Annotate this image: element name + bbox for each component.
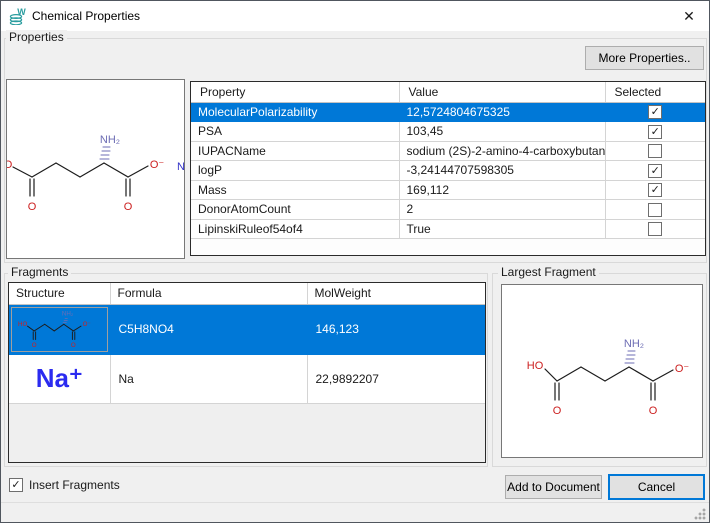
add-to-document-button[interactable]: Add to Document <box>505 475 602 499</box>
property-cell[interactable]: Mass <box>191 180 399 200</box>
property-cell[interactable]: LipinskiRuleof54of4 <box>191 219 399 239</box>
molweight-cell[interactable]: 146,123 <box>307 304 485 354</box>
insert-fragments-checkbox[interactable]: ✓ Insert Fragments <box>9 478 120 492</box>
window-title: Chemical Properties <box>32 9 140 23</box>
column-header-selected[interactable]: Selected <box>605 82 705 102</box>
row-checkbox[interactable] <box>648 222 662 236</box>
property-cell[interactable]: MolecularPolarizability <box>191 102 399 122</box>
fragments-table-header-row: Structure Formula MolWeight <box>9 283 485 304</box>
chemical-properties-dialog: W Chemical Properties ✕ Properties More … <box>0 0 710 523</box>
sodium-cation-label: Na⁺ <box>9 363 110 394</box>
atom-label-o: O <box>32 342 37 349</box>
molecule-preview: O O O O⁻ NH₂ N <box>6 79 185 259</box>
atom-label-nh2: NH₂ <box>624 338 644 350</box>
fragment-structure-image: HO O O O⁻ NH₂ <box>11 307 108 352</box>
fragment-row[interactable]: Na⁺ Na 22,9892207 <box>9 354 485 403</box>
close-icon: ✕ <box>683 8 695 25</box>
properties-table: Property Value Selected MolecularPolariz… <box>190 81 706 256</box>
row-checkbox[interactable]: ✓ <box>648 183 662 197</box>
column-header-property[interactable]: Property <box>191 82 399 102</box>
checkbox-check-icon[interactable]: ✓ <box>9 478 23 492</box>
atom-label-o: O <box>649 405 658 417</box>
property-cell[interactable]: DonorAtomCount <box>191 200 399 220</box>
column-header-value[interactable]: Value <box>399 82 605 102</box>
table-row[interactable]: PSA 103,45 ✓ <box>191 122 705 142</box>
row-checkbox[interactable]: ✓ <box>648 105 662 119</box>
title-bar[interactable]: W Chemical Properties ✕ <box>1 1 709 31</box>
atom-label-ho: HO <box>18 321 27 328</box>
column-header-molweight[interactable]: MolWeight <box>307 283 485 304</box>
resize-grip-icon[interactable] <box>694 508 706 520</box>
insert-fragments-label: Insert Fragments <box>29 478 120 492</box>
row-checkbox[interactable]: ✓ <box>648 125 662 139</box>
molweight-cell[interactable]: 22,9892207 <box>307 354 485 403</box>
formula-cell[interactable]: Na <box>110 354 307 403</box>
property-cell[interactable]: logP <box>191 161 399 181</box>
value-cell[interactable]: 12,5724804675325 <box>399 102 605 122</box>
value-cell[interactable]: sodium (2S)-2-amino-4-carboxybutanoate <box>399 141 605 161</box>
molecule-structure-image: O O O O⁻ NH₂ N <box>7 80 184 258</box>
value-cell[interactable]: -3,24144707598305 <box>399 161 605 181</box>
atom-label-o: O <box>71 342 76 349</box>
property-cell[interactable]: IUPACName <box>191 141 399 161</box>
atom-label-o: O <box>7 159 13 171</box>
atom-label-o: O <box>28 201 37 213</box>
fragments-table: Structure Formula MolWeight <box>8 282 486 463</box>
table-row[interactable]: logP -3,24144707598305 ✓ <box>191 161 705 181</box>
value-cell[interactable]: True <box>399 219 605 239</box>
value-cell[interactable]: 169,112 <box>399 180 605 200</box>
property-cell[interactable]: PSA <box>191 122 399 142</box>
atom-label-n: N <box>177 161 184 173</box>
fragment-row[interactable]: HO O O O⁻ NH₂ C5H8NO4 146,123 <box>9 304 485 354</box>
atom-label-o-minus: O⁻ <box>83 321 91 328</box>
row-checkbox[interactable] <box>648 144 662 158</box>
app-logo-icon: W <box>9 7 26 25</box>
column-header-structure[interactable]: Structure <box>9 283 110 304</box>
atom-label-o-minus: O⁻ <box>675 363 690 375</box>
table-row[interactable]: LipinskiRuleof54of4 True <box>191 219 705 239</box>
largest-fragment-group-label: Largest Fragment <box>498 265 599 279</box>
table-row[interactable]: Mass 169,112 ✓ <box>191 180 705 200</box>
value-cell[interactable]: 103,45 <box>399 122 605 142</box>
formula-cell[interactable]: C5H8NO4 <box>110 304 307 354</box>
atom-label-o-minus: O⁻ <box>150 159 165 171</box>
table-row[interactable]: DonorAtomCount 2 <box>191 200 705 220</box>
table-row[interactable]: IUPACName sodium (2S)-2-amino-4-carboxyb… <box>191 141 705 161</box>
column-header-formula[interactable]: Formula <box>110 283 307 304</box>
svg-text:W: W <box>17 7 26 17</box>
fragments-group-label: Fragments <box>8 265 71 279</box>
value-cell[interactable]: 2 <box>399 200 605 220</box>
largest-fragment-preview: HO O O O⁻ NH₂ <box>501 284 703 458</box>
atom-label-o: O <box>553 405 562 417</box>
status-bar <box>1 502 709 523</box>
atom-label-nh2: NH₂ <box>100 134 120 146</box>
atom-label-nh2: NH₂ <box>62 310 74 317</box>
atom-label-ho: HO <box>527 360 544 372</box>
properties-table-header-row: Property Value Selected <box>191 82 705 102</box>
largest-fragment-structure-image: HO O O O⁻ NH₂ <box>502 285 702 457</box>
more-properties-button[interactable]: More Properties.. <box>585 46 704 70</box>
cancel-button[interactable]: Cancel <box>608 474 705 500</box>
properties-group-label: Properties <box>6 30 67 44</box>
row-checkbox[interactable]: ✓ <box>648 164 662 178</box>
table-row[interactable]: MolecularPolarizability 12,5724804675325… <box>191 102 705 122</box>
atom-label-o: O <box>124 201 133 213</box>
close-button[interactable]: ✕ <box>669 1 709 31</box>
row-checkbox[interactable] <box>648 203 662 217</box>
